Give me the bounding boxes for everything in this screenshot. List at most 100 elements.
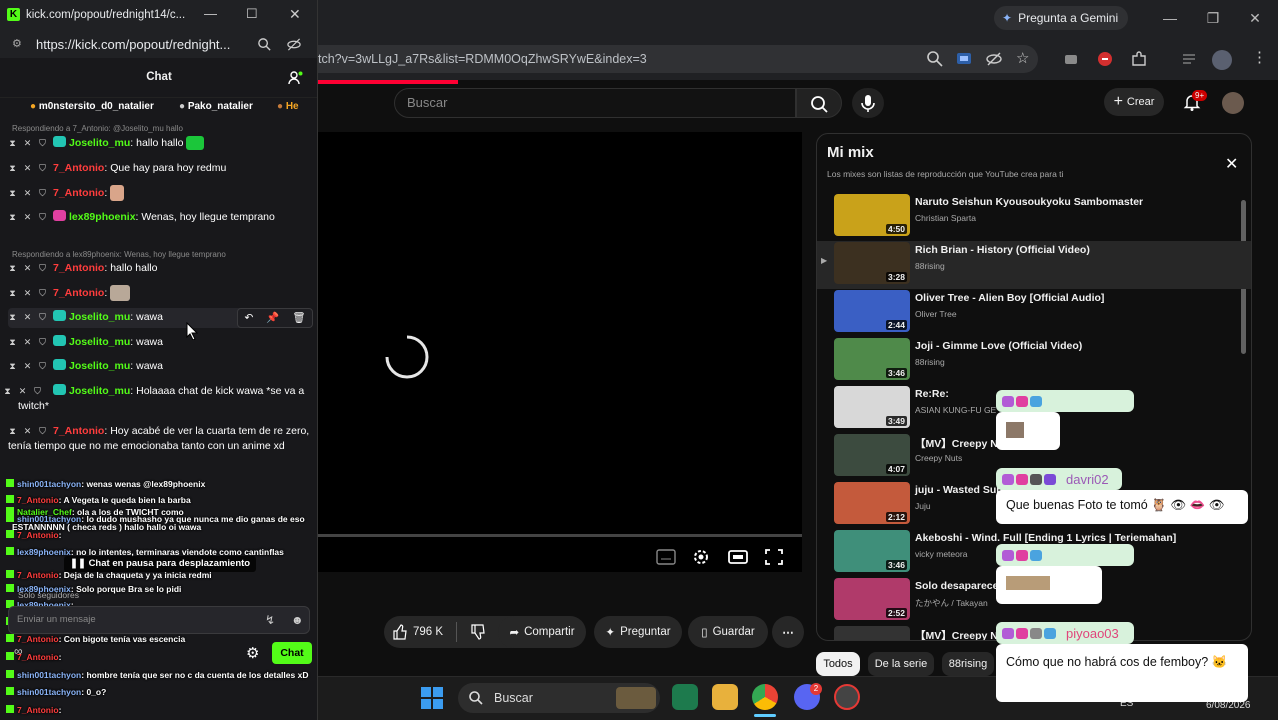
ban-icon[interactable]: ✕ [23,261,32,276]
puzzle-icon[interactable] [1130,50,1148,68]
ban-icon[interactable]: ✕ [23,186,32,201]
users-icon[interactable] [288,70,304,86]
timeout-icon[interactable]: ⧗ [8,186,17,201]
settings-gear-icon[interactable]: ⚙ [246,644,259,662]
windows-start-icon[interactable] [420,686,444,710]
chat-username[interactable]: 7_Antonio [53,425,104,437]
pinned-user-2[interactable]: ● Pako_natalier [179,101,253,112]
chat-username[interactable]: 7_Antonio [53,187,104,199]
chat-message-input[interactable]: Enviar un mensaje ↯ ☻ [8,606,310,634]
video-title[interactable]: Naruto Seishun Kyousoukyoku Sambomaster [915,196,1143,208]
ban-icon[interactable]: ✕ [23,310,32,325]
gemini-button[interactable]: ✦ Pregunta a Gemini [994,6,1128,30]
ban-icon[interactable]: ✕ [23,359,32,374]
quick-emote-icon[interactable]: ↯ [265,607,275,633]
cast-icon[interactable] [955,50,973,68]
video-title[interactable]: Re:Re: [915,388,949,400]
video-thumbnail[interactable] [834,626,910,640]
video-title[interactable]: Oliver Tree - Alien Boy [Official Audio] [915,292,1104,304]
chat-username[interactable]: Joselito_mu [69,385,130,397]
timeout-icon[interactable]: ⧗ [8,359,17,374]
minimize-icon[interactable]: — [1160,8,1180,28]
video-thumbnail[interactable]: 3:28 [834,242,910,284]
chat-username[interactable]: 7_Antonio [53,162,104,174]
delete-icon[interactable]: 🗑 [292,311,305,326]
video-thumbnail[interactable]: 4:50 [834,194,910,236]
video-title[interactable]: Rich Brian - History (Official Video) [915,244,1090,256]
profile-avatar[interactable] [1212,50,1232,70]
subtitles-icon[interactable] [656,548,676,566]
video-title[interactable]: 【MV】Creepy N [915,628,998,640]
timeout-icon[interactable]: ⧗ [4,384,17,399]
voice-search-button[interactable] [852,88,884,118]
emoji-icon[interactable]: ☻ [291,607,304,633]
timeout-icon[interactable]: ⧗ [8,335,17,350]
video-title[interactable]: 【MV】Creepy N [915,436,998,451]
settings-gear-icon[interactable] [691,548,711,566]
chat-paused-banner[interactable]: ❚❚ Chat en pausa para desplazamiento [64,556,257,572]
chat-username[interactable]: Joselito_mu [69,137,130,149]
chat-send-button[interactable]: Chat [272,642,312,664]
video-thumbnail[interactable]: 3:49 [834,386,910,428]
video-thumbnail[interactable]: 2:52 [834,578,910,620]
share-button[interactable]: ➦ Compartir [498,616,586,648]
close-icon[interactable]: ✕ [1225,154,1239,173]
pinned-user-1[interactable]: ● m0nstersito_d0_natalier [30,101,154,112]
minimize-icon[interactable]: — [204,6,217,21]
pinned-user-3[interactable]: ● He [277,101,299,112]
youtube-avatar[interactable] [1222,92,1244,114]
reply-icon[interactable]: ↶ [244,311,253,326]
create-button[interactable]: + Crear [1104,88,1164,116]
video-thumbnail[interactable]: 2:44 [834,290,910,332]
like-button[interactable]: 796 K [392,624,443,640]
chat-username[interactable]: Joselito_mu [69,311,130,323]
file-explorer-icon[interactable] [712,684,738,710]
filter-chip-all[interactable]: Todos [816,652,860,676]
restore-icon[interactable]: ❐ [1203,8,1223,28]
timeout-icon[interactable]: ⧗ [8,136,17,151]
recorder-icon[interactable] [834,684,860,710]
adblock-icon[interactable] [1096,50,1114,68]
youtube-search-button[interactable] [796,88,842,118]
video-thumbnail[interactable]: 2:12 [834,482,910,524]
chrome-menu-icon[interactable]: ⋮ [1252,48,1267,66]
video-progress-bar[interactable] [318,534,802,537]
more-actions-button[interactable]: ⋯ [772,616,804,648]
timeout-icon[interactable]: ⧗ [8,161,17,176]
infinity-icon[interactable]: ∞ [14,644,23,658]
eye-off-icon[interactable] [286,37,302,52]
extension-icon[interactable] [1062,50,1080,68]
ban-icon[interactable]: ✕ [23,286,32,301]
chrome-icon[interactable] [752,684,778,710]
filter-chip-88rising[interactable]: 88rising [942,652,994,676]
mix-list-item[interactable]: 4:50 Naruto Seishun Kyousoukyoku Sambomas… [817,193,1251,241]
taskbar-search[interactable]: Buscar [458,683,660,713]
timeout-icon[interactable]: ⧗ [8,310,17,325]
video-thumbnail[interactable]: 3:46 [834,338,910,380]
bookmark-star-icon[interactable]: ☆ [1016,49,1029,67]
timeout-icon[interactable]: ⧗ [8,424,17,439]
ask-button[interactable]: ✦ Preguntar [594,616,682,648]
zoom-icon[interactable] [926,50,944,68]
close-icon[interactable]: ✕ [289,6,301,23]
ban-icon[interactable]: ✕ [23,210,32,225]
chat-username[interactable]: Joselito_mu [69,336,130,348]
ban-icon[interactable]: ✕ [23,136,32,151]
mix-list-item[interactable]: ▶ 3:28 Rich Brian - History (Official Vide… [817,241,1251,289]
chat-username[interactable]: 7_Antonio [53,262,104,274]
timeout-icon[interactable]: ⧗ [8,210,17,225]
video-title[interactable]: Joji - Gimme Love (Official Video) [915,340,1082,352]
ban-icon[interactable]: ✕ [19,384,32,399]
youtube-search-input[interactable]: Buscar [394,88,796,118]
site-info-icon[interactable]: ⚙ [12,37,22,50]
thumbs-down-icon[interactable] [470,624,486,640]
video-title[interactable]: Solo desaparece [915,580,998,592]
ban-icon[interactable]: ✕ [23,424,32,439]
timeout-icon[interactable]: ⧗ [8,261,17,276]
theater-mode-icon[interactable] [728,548,748,566]
ban-icon[interactable]: ✕ [23,161,32,176]
video-title[interactable]: juju - Wasted Sun [915,484,1003,496]
video-thumbnail[interactable]: 4:07 [834,434,910,476]
timeout-icon[interactable]: ⧗ [8,286,17,301]
zoom-icon[interactable] [257,37,272,52]
